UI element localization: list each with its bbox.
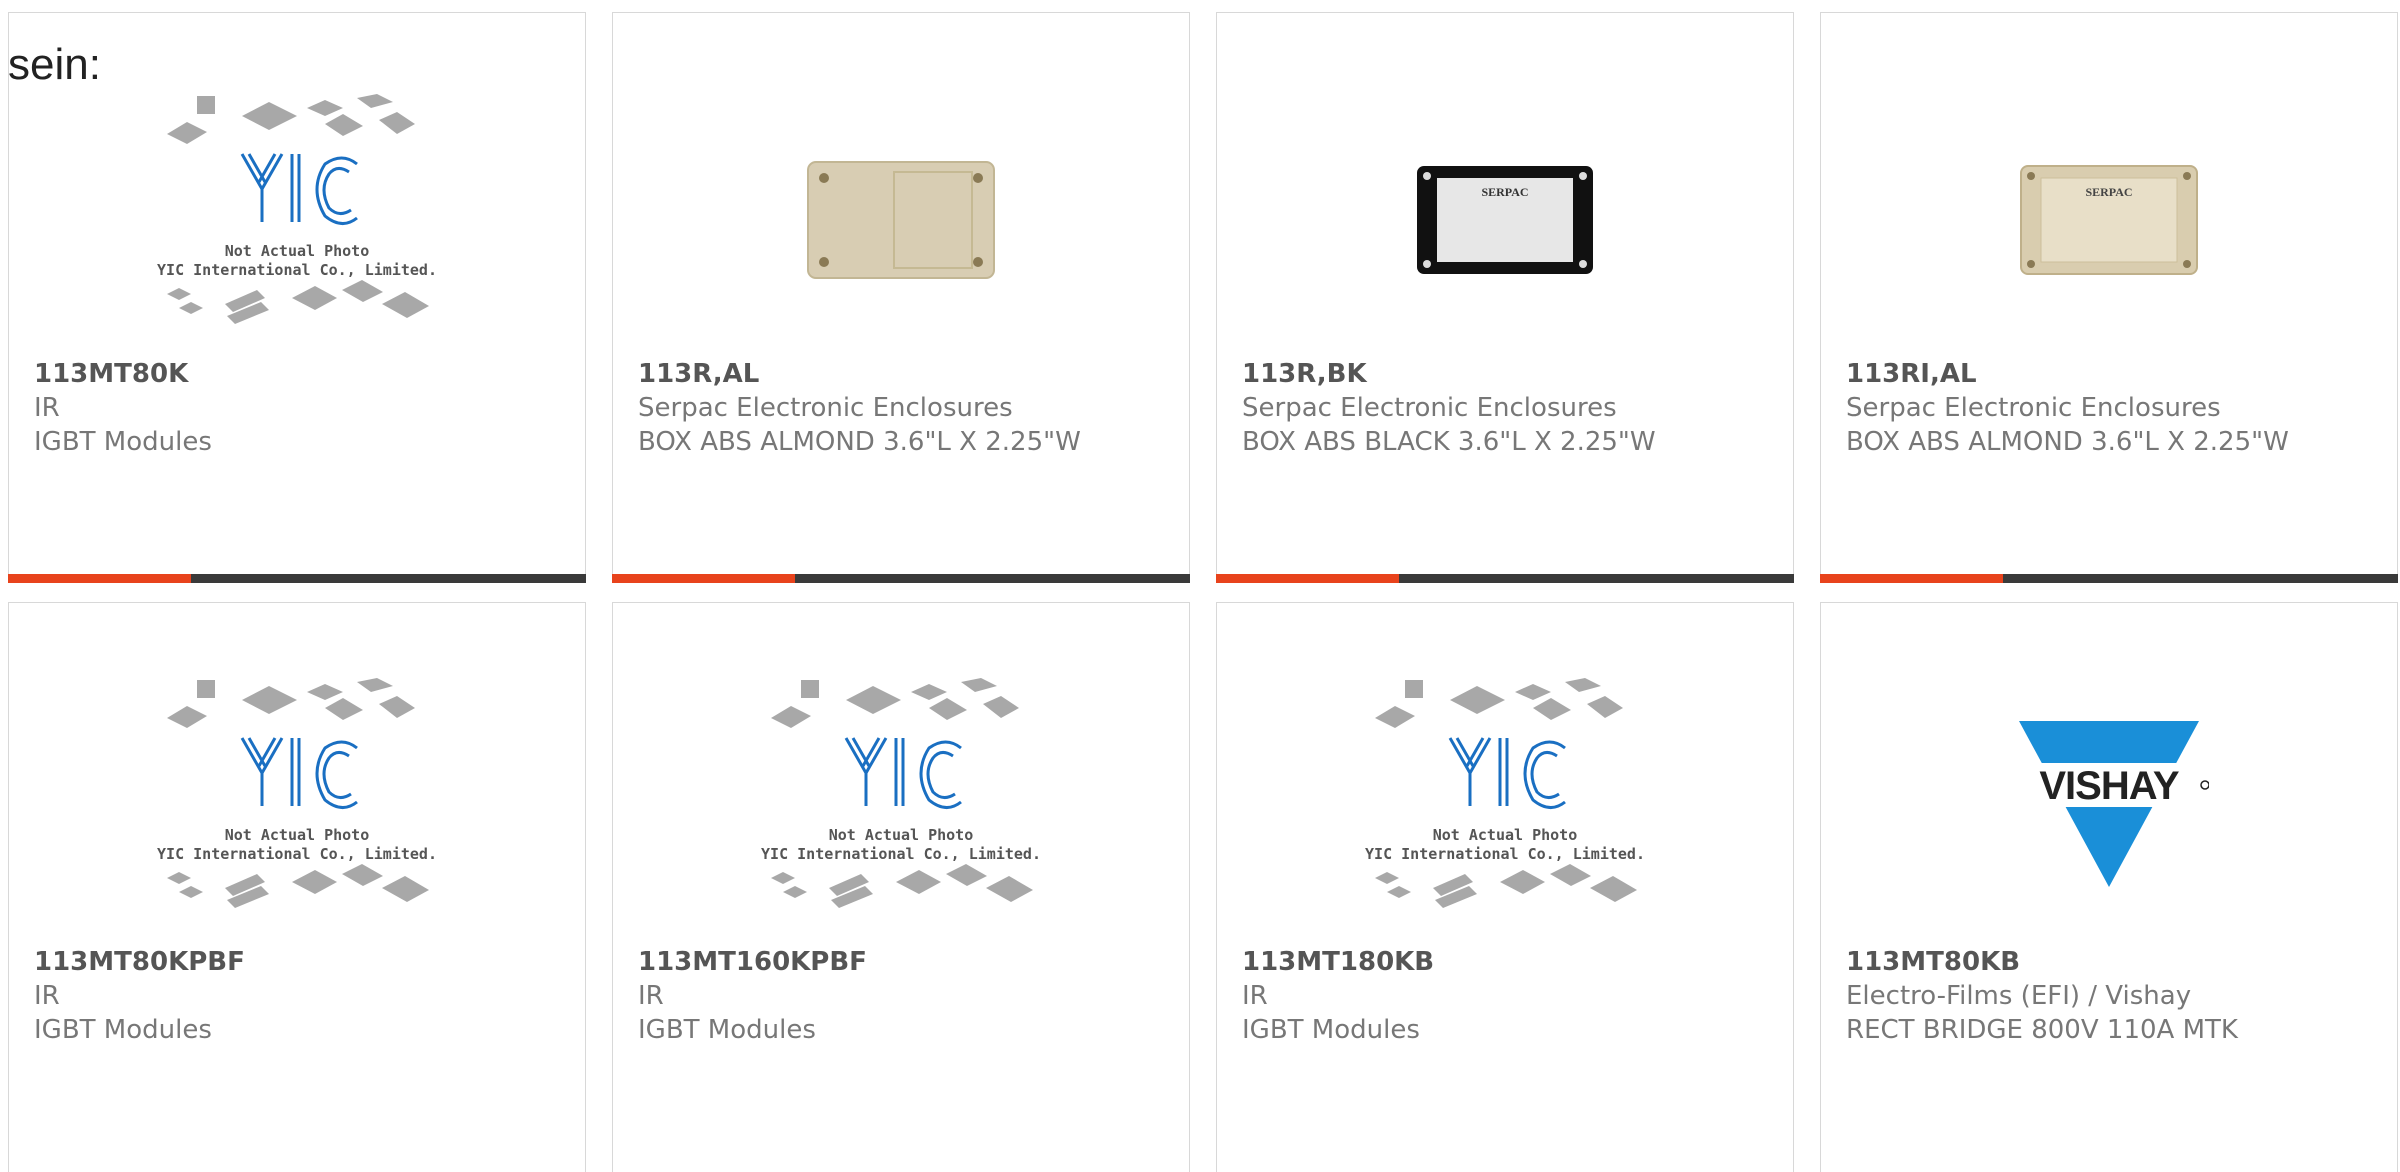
placeholder-line2: YIC International Co., Limited. — [761, 845, 1041, 863]
card-accent — [1820, 574, 2003, 583]
product-image[interactable]: Not Actual Photo YIC International Co., … — [1217, 661, 1793, 947]
product-card[interactable]: Not Actual Photo YIC International Co., … — [612, 602, 1190, 1172]
product-card[interactable]: VISHAY 113MT80KB Electro-Films (EFI) / V… — [1820, 602, 2398, 1172]
placeholder-line2: YIC International Co., Limited. — [157, 845, 437, 863]
description: IGBT Modules — [1242, 1015, 1420, 1045]
placeholder-line2: YIC International Co., Limited. — [157, 261, 437, 279]
card-accent — [8, 574, 191, 583]
product-card[interactable]: Not Actual Photo YIC International Co., … — [8, 12, 586, 583]
black-box-image: SERPAC — [1405, 123, 1605, 318]
placeholder-line1: Not Actual Photo — [828, 826, 974, 844]
card-accent — [1216, 574, 1399, 583]
description: RECT BRIDGE 800V 110A MTK — [1846, 1015, 2238, 1045]
part-number[interactable]: 113R,AL — [638, 357, 1149, 391]
part-number[interactable]: 113MT80K — [34, 357, 545, 391]
manufacturer: IR — [638, 981, 664, 1011]
product-image[interactable]: SERPAC — [1821, 77, 2397, 363]
description: IGBT Modules — [638, 1015, 816, 1045]
product-image[interactable]: Not Actual Photo YIC International Co., … — [9, 77, 585, 363]
manufacturer: IR — [34, 981, 60, 1011]
part-number[interactable]: 113MT80KPBF — [34, 945, 545, 979]
yic-placeholder-image: Not Actual Photo YIC International Co., … — [157, 678, 437, 930]
product-image[interactable]: Not Actual Photo YIC International Co., … — [9, 661, 585, 947]
almond-box-image — [801, 123, 1001, 318]
product-image[interactable] — [613, 77, 1189, 363]
product-card[interactable]: Not Actual Photo YIC International Co., … — [8, 602, 586, 1172]
product-card[interactable]: 113R,AL Serpac Electronic Enclosures BOX… — [612, 12, 1190, 583]
serpac-label: SERPAC — [2085, 185, 2132, 199]
card-accent — [612, 574, 795, 583]
card-bottom-bar — [612, 574, 1190, 583]
placeholder-line2: YIC International Co., Limited. — [1365, 845, 1645, 863]
part-number[interactable]: 113R,BK — [1242, 357, 1753, 391]
placeholder-line1: Not Actual Photo — [224, 242, 370, 260]
yic-placeholder-image: Not Actual Photo YIC International Co., … — [761, 678, 1041, 930]
product-image[interactable]: SERPAC — [1217, 77, 1793, 363]
placeholder-line1: Not Actual Photo — [224, 826, 370, 844]
yic-placeholder-image: Not Actual Photo YIC International Co., … — [1365, 678, 1645, 930]
card-bottom-bar — [1216, 574, 1794, 583]
manufacturer: Electro-Films (EFI) / Vishay — [1846, 981, 2192, 1011]
manufacturer: Serpac Electronic Enclosures — [638, 393, 1013, 423]
almond-box-label-image: SERPAC — [2009, 123, 2209, 318]
manufacturer: Serpac Electronic Enclosures — [1846, 393, 2221, 423]
description: BOX ABS ALMOND 3.6"L X 2.25"W — [1846, 427, 2289, 457]
description: IGBT Modules — [34, 427, 212, 457]
product-image[interactable]: VISHAY — [1821, 661, 2397, 947]
description: IGBT Modules — [34, 1015, 212, 1045]
serpac-label: SERPAC — [1481, 185, 1528, 199]
description: BOX ABS ALMOND 3.6"L X 2.25"W — [638, 427, 1081, 457]
part-number[interactable]: 113RI,AL — [1846, 357, 2357, 391]
product-card[interactable]: Not Actual Photo YIC International Co., … — [1216, 602, 1794, 1172]
part-number[interactable]: 113MT80KB — [1846, 945, 2357, 979]
product-card[interactable]: SERPAC 113R,BK Serpac Electronic Enclosu… — [1216, 12, 1794, 583]
product-image[interactable]: Not Actual Photo YIC International Co., … — [613, 661, 1189, 947]
placeholder-line1: Not Actual Photo — [1432, 826, 1578, 844]
manufacturer: Serpac Electronic Enclosures — [1242, 393, 1617, 423]
manufacturer: IR — [34, 393, 60, 423]
card-bottom-bar — [1820, 574, 2398, 583]
vishay-wordmark: VISHAY — [2039, 764, 2180, 808]
yic-placeholder-image: Not Actual Photo YIC International Co., … — [157, 94, 437, 346]
description: BOX ABS BLACK 3.6"L X 2.25"W — [1242, 427, 1656, 457]
part-number[interactable]: 113MT180KB — [1242, 945, 1753, 979]
product-grid: Not Actual Photo YIC International Co., … — [0, 0, 2400, 1172]
vishay-logo-image: VISHAY — [2009, 707, 2209, 902]
card-bottom-bar — [8, 574, 586, 583]
product-card[interactable]: SERPAC 113RI,AL Serpac Electronic Enclos… — [1820, 12, 2398, 583]
manufacturer: IR — [1242, 981, 1268, 1011]
intro-text: sein: — [8, 40, 101, 89]
part-number[interactable]: 113MT160KPBF — [638, 945, 1149, 979]
